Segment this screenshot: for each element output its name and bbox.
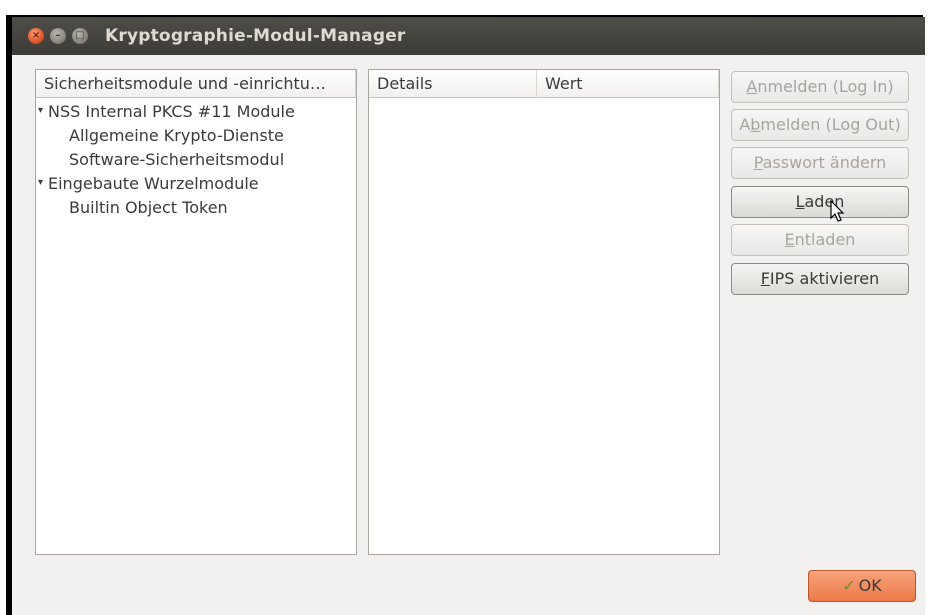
tree-item-eingebaute-wurzelmodule[interactable]: ▾ Eingebaute Wurzelmodule xyxy=(38,172,259,196)
checkmark-icon: ✓ xyxy=(842,576,856,595)
maximize-icon: □ xyxy=(75,30,85,41)
close-window-button[interactable]: × xyxy=(28,28,44,44)
unload-button[interactable]: Entladen xyxy=(731,224,909,256)
tree-item-label: Eingebaute Wurzelmodule xyxy=(48,174,259,193)
title-bar[interactable]: × – □ Kryptographie-Modul-Manager xyxy=(12,17,925,55)
tree-item-nss-internal[interactable]: ▾ NSS Internal PKCS #11 Module xyxy=(38,100,295,124)
value-column-header[interactable]: Wert xyxy=(537,70,719,98)
tree-item-software-sicherheitsmodul[interactable]: Software-Sicherheitsmodul xyxy=(69,148,284,172)
minimize-icon: – xyxy=(55,30,61,41)
change-password-button[interactable]: Passwort ändern xyxy=(731,147,909,179)
mouse-pointer-icon xyxy=(830,200,845,222)
tree-item-allgemeine-krypto[interactable]: Allgemeine Krypto-Dienste xyxy=(69,124,284,148)
button-label: nmelden (Log In) xyxy=(757,77,894,96)
mnemonic-char: P xyxy=(753,153,763,172)
maximize-window-button[interactable]: □ xyxy=(72,28,88,44)
close-icon: × xyxy=(31,30,41,41)
tree-item-builtin-object-token[interactable]: Builtin Object Token xyxy=(69,196,228,220)
mnemonic-char: E xyxy=(784,230,795,249)
button-label: asswort ändern xyxy=(762,153,887,172)
expander-open-icon[interactable]: ▾ xyxy=(38,172,48,194)
tree-column-header[interactable]: Sicherheitsmodule und -einrichtu… xyxy=(36,70,356,98)
expander-open-icon[interactable]: ▾ xyxy=(38,100,48,122)
tree-item-label: Allgemeine Krypto-Dienste xyxy=(69,126,284,145)
tree-item-label: Software-Sicherheitsmodul xyxy=(69,150,285,169)
button-label: ntladen xyxy=(794,230,856,249)
logout-button[interactable]: Abmelden (Log Out) xyxy=(731,109,909,141)
mnemonic-char: b xyxy=(750,115,761,134)
minimize-window-button[interactable]: – xyxy=(50,28,66,44)
mnemonic-char: F xyxy=(760,269,770,288)
ok-label: OK xyxy=(858,576,882,595)
mnemonic-char: A xyxy=(746,77,758,96)
button-label: A xyxy=(739,115,751,134)
details-table[interactable]: Details Wert xyxy=(368,69,720,555)
tree-item-label: Builtin Object Token xyxy=(69,198,228,217)
button-label: melden (Log Out) xyxy=(760,115,901,134)
ok-button[interactable]: ✓ OK xyxy=(808,570,916,602)
security-modules-tree[interactable]: Sicherheitsmodule und -einrichtu… ▾ NSS I… xyxy=(35,69,357,555)
tree-item-label: NSS Internal PKCS #11 Module xyxy=(48,102,295,121)
load-button[interactable]: Laden xyxy=(731,186,909,218)
fips-activate-button[interactable]: FIPS aktivieren xyxy=(731,263,909,295)
button-label: IPS aktivieren xyxy=(769,269,880,288)
window-title: Kryptographie-Modul-Manager xyxy=(105,26,406,46)
dialog-body: Sicherheitsmodule und -einrichtu… ▾ NSS I… xyxy=(12,55,925,615)
login-button[interactable]: Anmelden (Log In) xyxy=(731,71,909,103)
details-column-header[interactable]: Details xyxy=(369,70,537,98)
